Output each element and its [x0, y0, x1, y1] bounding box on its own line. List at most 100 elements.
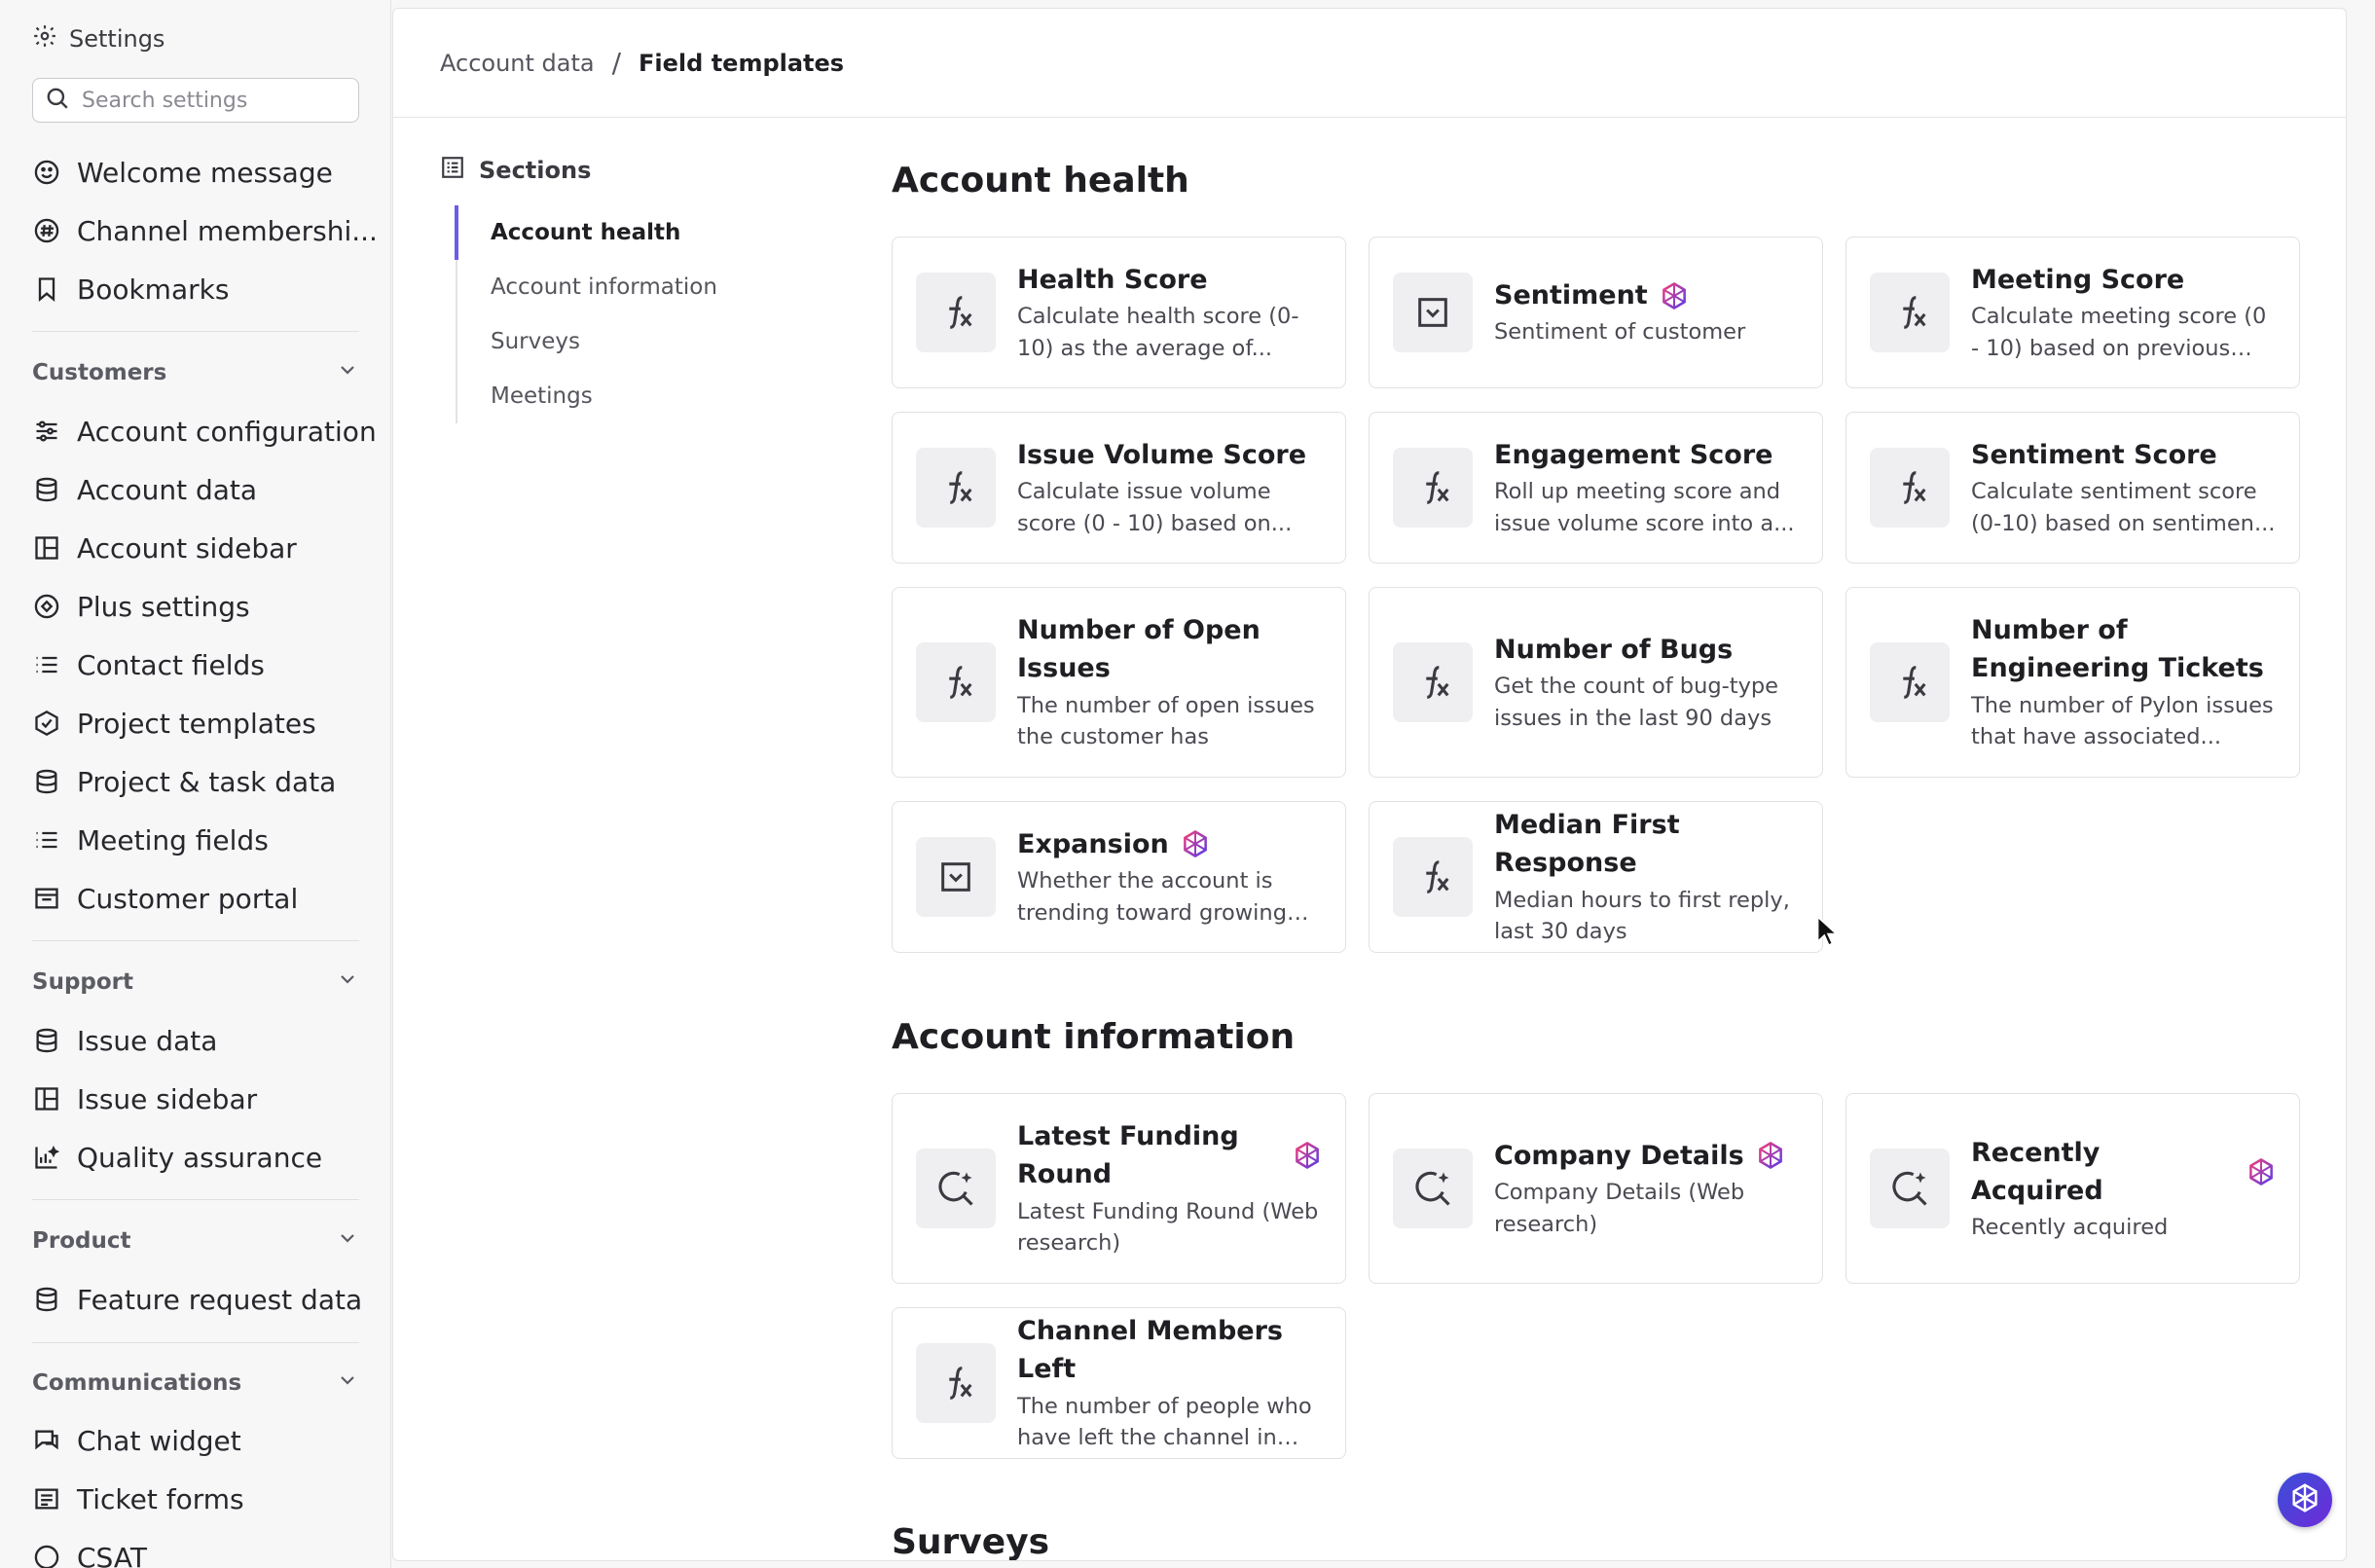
- card-text: Meeting Score Calculate meeting score (0 …: [1971, 261, 2276, 364]
- card-title: Number of Open Issues: [1017, 611, 1322, 687]
- sidebar-item-issue-data[interactable]: Issue data: [32, 1019, 217, 1062]
- sidebar-divider: [32, 1342, 359, 1343]
- card-title-text: Company Details: [1494, 1140, 1744, 1171]
- field-template-card-number-of-bugs[interactable]: Number of Bugs Get the count of bug-type …: [1369, 587, 1823, 778]
- field-template-card-issue-volume-score[interactable]: Issue Volume Score Calculate issue volume…: [892, 412, 1346, 564]
- sidebar-divider: [32, 1199, 359, 1200]
- card-description: Calculate issue volume score (0 - 10) ba…: [1017, 478, 1293, 536]
- search-sparkle-icon: [1870, 1149, 1950, 1228]
- card-title-text: Engagement Score: [1494, 439, 1773, 470]
- card-title-text: Health Score: [1017, 264, 1208, 295]
- sidebar-item-project-templates[interactable]: Project templates: [32, 702, 316, 745]
- card-title-text: Expansion: [1017, 828, 1169, 859]
- sidebar-item-quality-assurance[interactable]: Quality assurance: [32, 1136, 322, 1179]
- database-icon: [32, 1026, 61, 1055]
- card-text: Number of Open Issues The number of open …: [1017, 611, 1322, 753]
- sidebar-item-bookmarks[interactable]: Bookmarks: [32, 268, 229, 310]
- section-link-meetings[interactable]: Meetings: [457, 369, 748, 423]
- sidebar-item-label: Customer portal: [77, 882, 299, 915]
- settings-search[interactable]: [32, 78, 359, 123]
- layout-icon: [32, 1084, 61, 1113]
- group-label: Communications: [32, 1370, 242, 1396]
- section-title-surveys: Surveys: [892, 1522, 1050, 1561]
- field-template-card-recently-acquired[interactable]: Recently Acquired Recently acquired: [1845, 1093, 2300, 1284]
- field-template-card-meeting-score[interactable]: Meeting Score Calculate meeting score (0 …: [1845, 237, 2300, 388]
- mouse-cursor: [1816, 914, 1840, 952]
- sidebar-item-plus-settings[interactable]: Plus settings: [32, 585, 250, 628]
- sidebar-item-project-task-data[interactable]: Project & task data: [32, 760, 336, 803]
- sidebar-item-feature-request-data[interactable]: Feature request data: [32, 1278, 362, 1321]
- field-template-card-health-score[interactable]: Health Score Calculate health score (0-10…: [892, 237, 1346, 388]
- field-template-card-channel-members-left[interactable]: Channel Members Left The number of people…: [892, 1307, 1346, 1459]
- sidebar-item-csat[interactable]: CSAT: [32, 1536, 147, 1568]
- section-link-surveys[interactable]: Surveys: [457, 314, 748, 369]
- sidebar-item-label: Bookmarks: [77, 273, 230, 306]
- ai-assistant-button[interactable]: [2278, 1473, 2332, 1527]
- gear-icon: [32, 23, 57, 55]
- sidebar-item-account-data[interactable]: Account data: [32, 468, 257, 511]
- sidebar-item-channel-membership[interactable]: Channel membershi...: [32, 209, 378, 252]
- select-icon: [916, 837, 996, 917]
- sidebar-group-communications[interactable]: Communications: [32, 1364, 359, 1403]
- sidebar-group-customers[interactable]: Customers: [32, 353, 359, 392]
- sidebar-item-account-configuration[interactable]: Account configuration: [32, 410, 377, 453]
- function-icon: [916, 642, 996, 722]
- card-text: Sentiment Score Calculate sentiment score…: [1971, 436, 2276, 539]
- field-template-card-sentiment[interactable]: Sentiment Sentiment of customer: [1369, 237, 1823, 388]
- field-template-card-latest-funding-round[interactable]: Latest Funding Round Latest Funding Round…: [892, 1093, 1346, 1284]
- function-icon: [1393, 837, 1473, 917]
- form-icon: [32, 1484, 61, 1513]
- field-template-card-number-of-engineering-tickets[interactable]: Number of Engineering Tickets The number …: [1845, 587, 2300, 778]
- group-label: Support: [32, 969, 134, 995]
- sidebar-item-label: Feature request data: [77, 1283, 363, 1316]
- function-icon: [916, 1343, 996, 1423]
- section-link-account-information[interactable]: Account information: [457, 260, 748, 314]
- list-icon: [32, 825, 61, 855]
- group-label: Customers: [32, 360, 167, 385]
- field-template-card-number-of-open-issues[interactable]: Number of Open Issues The number of open …: [892, 587, 1346, 778]
- field-template-card-expansion[interactable]: Expansion Whether the account is trending…: [892, 801, 1346, 953]
- card-text: Number of Bugs Get the count of bug-type …: [1494, 631, 1799, 734]
- sidebar-item-chat-widget[interactable]: Chat widget: [32, 1419, 241, 1462]
- hash-icon: [32, 216, 61, 245]
- card-title: Number of Engineering Tickets: [1971, 611, 2276, 687]
- card-title: Company Details: [1494, 1137, 1799, 1175]
- sidebar-item-meeting-fields[interactable]: Meeting fields: [32, 819, 269, 861]
- sidebar-group-product[interactable]: Product: [32, 1222, 359, 1260]
- sidebar-item-account-sidebar[interactable]: Account sidebar: [32, 527, 297, 569]
- hexagon-check-icon: [32, 709, 61, 738]
- card-title: Expansion: [1017, 825, 1322, 863]
- sidebar-item-contact-fields[interactable]: Contact fields: [32, 643, 265, 686]
- sidebar-group-support[interactable]: Support: [32, 963, 359, 1002]
- breadcrumb: Account data / Field templates: [393, 9, 2346, 118]
- search-input[interactable]: [82, 88, 345, 113]
- field-template-card-company-details[interactable]: Company Details Company Details (Web rese…: [1369, 1093, 1823, 1284]
- card-text: Health Score Calculate health score (0-10…: [1017, 261, 1322, 364]
- card-text: Engagement Score Roll up meeting score an…: [1494, 436, 1799, 539]
- sidebar-item-issue-sidebar[interactable]: Issue sidebar: [32, 1077, 257, 1120]
- chat-icon: [32, 1426, 61, 1455]
- sidebar-item-ticket-forms[interactable]: Ticket forms: [32, 1477, 244, 1520]
- sidebar-item-welcome-message[interactable]: Welcome message: [32, 151, 333, 194]
- card-title-text: Channel Members Left: [1017, 1316, 1284, 1385]
- field-template-card-sentiment-score[interactable]: Sentiment Score Calculate sentiment score…: [1845, 412, 2300, 564]
- card-description: The number of people who have left the c…: [1017, 1393, 1312, 1451]
- sections-title: Sections: [479, 157, 592, 184]
- card-description: Median hours to first reply, last 30 day…: [1494, 887, 1790, 945]
- card-title: Issue Volume Score: [1017, 436, 1322, 474]
- sidebar-item-label: Contact fields: [77, 648, 265, 681]
- database-icon: [32, 1285, 61, 1314]
- sidebar-item-label: Project & task data: [77, 765, 337, 798]
- field-template-card-engagement-score[interactable]: Engagement Score Roll up meeting score an…: [1369, 412, 1823, 564]
- ai-badge-icon: [2249, 1157, 2273, 1185]
- card-title: Number of Bugs: [1494, 631, 1799, 669]
- card-description: Calculate sentiment score (0-10) based o…: [1971, 478, 2276, 536]
- search-sparkle-icon: [1393, 1149, 1473, 1228]
- card-description: The number of Pylon issues that have ass…: [1971, 692, 2274, 750]
- field-template-card-median-first-response[interactable]: Median First Response Median hours to fir…: [1369, 801, 1823, 953]
- breadcrumb-parent-link[interactable]: Account data: [440, 50, 595, 77]
- section-link-account-health[interactable]: Account health: [455, 205, 748, 260]
- sidebar-item-customer-portal[interactable]: Customer portal: [32, 877, 298, 920]
- sidebar-item-label: Account data: [77, 473, 258, 506]
- card-description: Get the count of bug-type issues in the …: [1494, 673, 1779, 731]
